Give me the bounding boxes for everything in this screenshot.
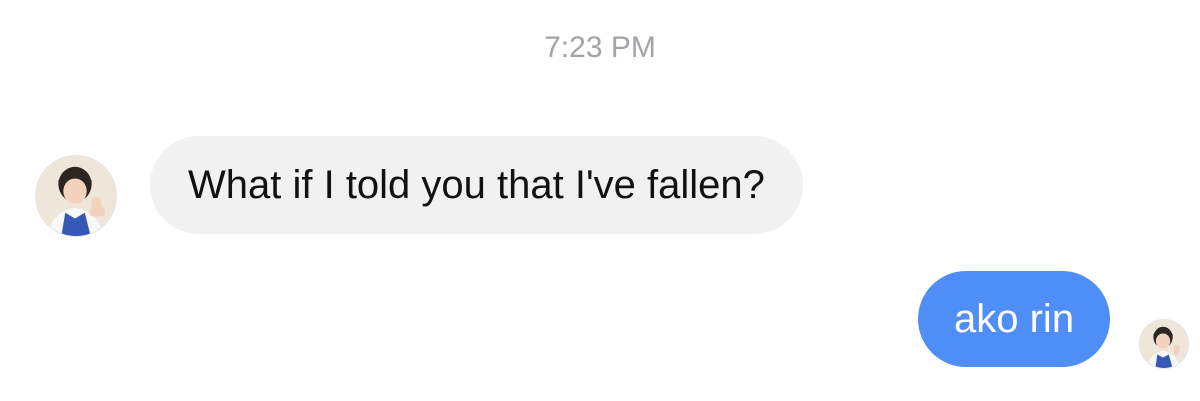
sender-avatar-icon[interactable]	[35, 155, 117, 237]
incoming-message-bubble[interactable]: What if I told you that I've fallen?	[150, 136, 803, 234]
avatar-icon	[1140, 320, 1188, 368]
message-timestamp: 7:23 PM	[544, 31, 656, 64]
reader-avatar-icon[interactable]	[1139, 319, 1189, 369]
avatar-icon	[36, 156, 116, 236]
outgoing-message-bubble[interactable]: ako rin	[918, 271, 1111, 367]
